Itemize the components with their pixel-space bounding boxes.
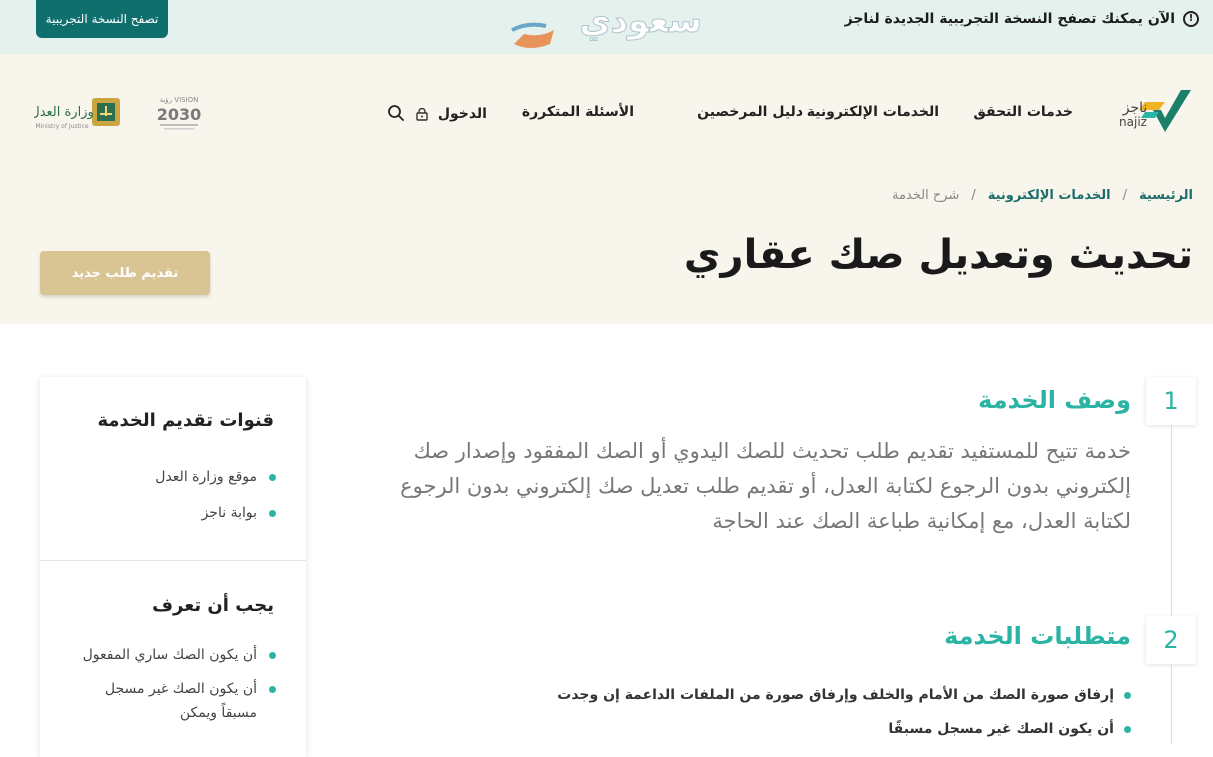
vision-top-text: VISION رؤية bbox=[160, 96, 199, 104]
bullet-dot bbox=[1124, 725, 1131, 733]
bullet-dot bbox=[269, 652, 276, 659]
banner-message: ! الآن يمكنك تصفح النسخة التجريبية الجدي… bbox=[845, 10, 1199, 28]
nav-login[interactable]: الدخول bbox=[416, 104, 487, 124]
breadcrumb-eservices[interactable]: الخدمات الإلكترونية bbox=[988, 188, 1111, 203]
bullet-dot bbox=[269, 686, 276, 693]
vision-2030-logo: VISION رؤية 2030 bbox=[157, 96, 202, 130]
service-description-text: خدمة تتيح للمستفيد تقديم طلب تحديث للصك … bbox=[400, 439, 1131, 533]
service-description-title: وصف الخدمة bbox=[978, 386, 1131, 414]
login-label: الدخول bbox=[437, 106, 487, 122]
header: ناجز najiz خدمات التحقق الخدمات الإلكترو… bbox=[0, 54, 1213, 324]
moj-text: وزارة العدل bbox=[34, 105, 94, 120]
vision-year: 2030 bbox=[157, 105, 202, 124]
list-item: إرفاق صورة الصك من الأمام والخلف وإرفاق … bbox=[557, 678, 1131, 712]
step-number-1: 1 bbox=[1146, 377, 1196, 425]
beta-version-button[interactable]: تصفح النسخة التجريبية bbox=[36, 0, 168, 38]
najiz-logo-latin: najiz bbox=[1119, 115, 1147, 129]
bullet-dot bbox=[269, 473, 276, 481]
service-channels-list: موقع وزارة العدل بوابة ناجز bbox=[155, 459, 276, 531]
nav-verification-services[interactable]: خدمات التحقق bbox=[973, 104, 1073, 124]
list-item: أن يكون الصك غير مسجل مسبقاً ويمكن bbox=[76, 677, 276, 725]
breadcrumb-current: شرح الخدمة bbox=[892, 188, 960, 203]
lock-icon bbox=[416, 107, 428, 121]
list-item: أن يكون الصك ساري المفعول bbox=[76, 643, 276, 667]
channel-label: موقع وزارة العدل bbox=[155, 469, 257, 485]
moj-latin: Ministry of Justice bbox=[35, 123, 88, 130]
requirement-text: أن يكون الصك غير مسجل مسبقًا bbox=[888, 721, 1114, 737]
service-channels-title: قنوات تقديم الخدمة bbox=[97, 410, 274, 431]
nav-licensees-guide[interactable]: دليل المرخصين bbox=[697, 104, 803, 124]
step-number-2: 2 bbox=[1146, 616, 1196, 664]
najiz-logo[interactable]: ناجز najiz bbox=[1109, 88, 1199, 138]
know-text: أن يكون الصك ساري المفعول bbox=[82, 647, 257, 663]
must-know-title: يجب أن تعرف bbox=[152, 595, 274, 616]
service-requirements-title: متطلبات الخدمة bbox=[944, 622, 1131, 650]
list-item[interactable]: بوابة ناجز bbox=[155, 495, 276, 531]
new-request-button[interactable]: تقديم طلب جديد bbox=[40, 251, 210, 295]
list-item[interactable]: موقع وزارة العدل bbox=[155, 459, 276, 495]
watermark-text: سعودي bbox=[579, 1, 702, 41]
watermark-logo: سعودي bbox=[511, 1, 703, 48]
list-item: أن يكون الصك غير مسجل مسبقًا bbox=[557, 712, 1131, 746]
must-know-list: أن يكون الصك ساري المفعول أن يكون الصك غ… bbox=[76, 643, 276, 735]
bullet-dot bbox=[269, 509, 276, 517]
breadcrumb-home[interactable]: الرئيسية bbox=[1139, 188, 1193, 203]
bullet-dot bbox=[1124, 691, 1131, 699]
step-connector bbox=[1171, 664, 1172, 744]
info-icon: ! bbox=[1183, 11, 1199, 27]
page-title: تحديث وتعديل صك عقاري bbox=[683, 232, 1193, 278]
service-sidebar: قنوات تقديم الخدمة موقع وزارة العدل بواب… bbox=[40, 377, 306, 757]
requirement-text: إرفاق صورة الصك من الأمام والخلف وإرفاق … bbox=[557, 687, 1114, 703]
requirements-list: إرفاق صورة الصك من الأمام والخلف وإرفاق … bbox=[557, 678, 1131, 746]
najiz-logo-text: ناجز bbox=[1122, 100, 1148, 116]
breadcrumb-separator: / bbox=[971, 188, 976, 203]
sidebar-divider bbox=[40, 560, 306, 561]
channel-label: بوابة ناجز bbox=[201, 505, 257, 521]
breadcrumb: الرئيسية / الخدمات الإلكترونية / شرح الخ… bbox=[892, 188, 1193, 203]
nav-electronic-services[interactable]: الخدمات الإلكترونية bbox=[807, 104, 939, 124]
know-text: أن يكون الصك غير مسجل مسبقاً ويمكن bbox=[104, 681, 257, 721]
ministry-of-justice-logo: وزارة العدل Ministry of Justice bbox=[34, 98, 120, 130]
step-connector bbox=[1171, 425, 1172, 616]
breadcrumb-separator: / bbox=[1122, 188, 1127, 203]
search-icon[interactable] bbox=[387, 104, 405, 122]
top-banner: ! الآن يمكنك تصفح النسخة التجريبية الجدي… bbox=[0, 0, 1213, 54]
nav-faq[interactable]: الأسئلة المتكررة bbox=[522, 104, 634, 124]
banner-text: الآن يمكنك تصفح النسخة التجريبية الجديدة… bbox=[844, 11, 1175, 27]
